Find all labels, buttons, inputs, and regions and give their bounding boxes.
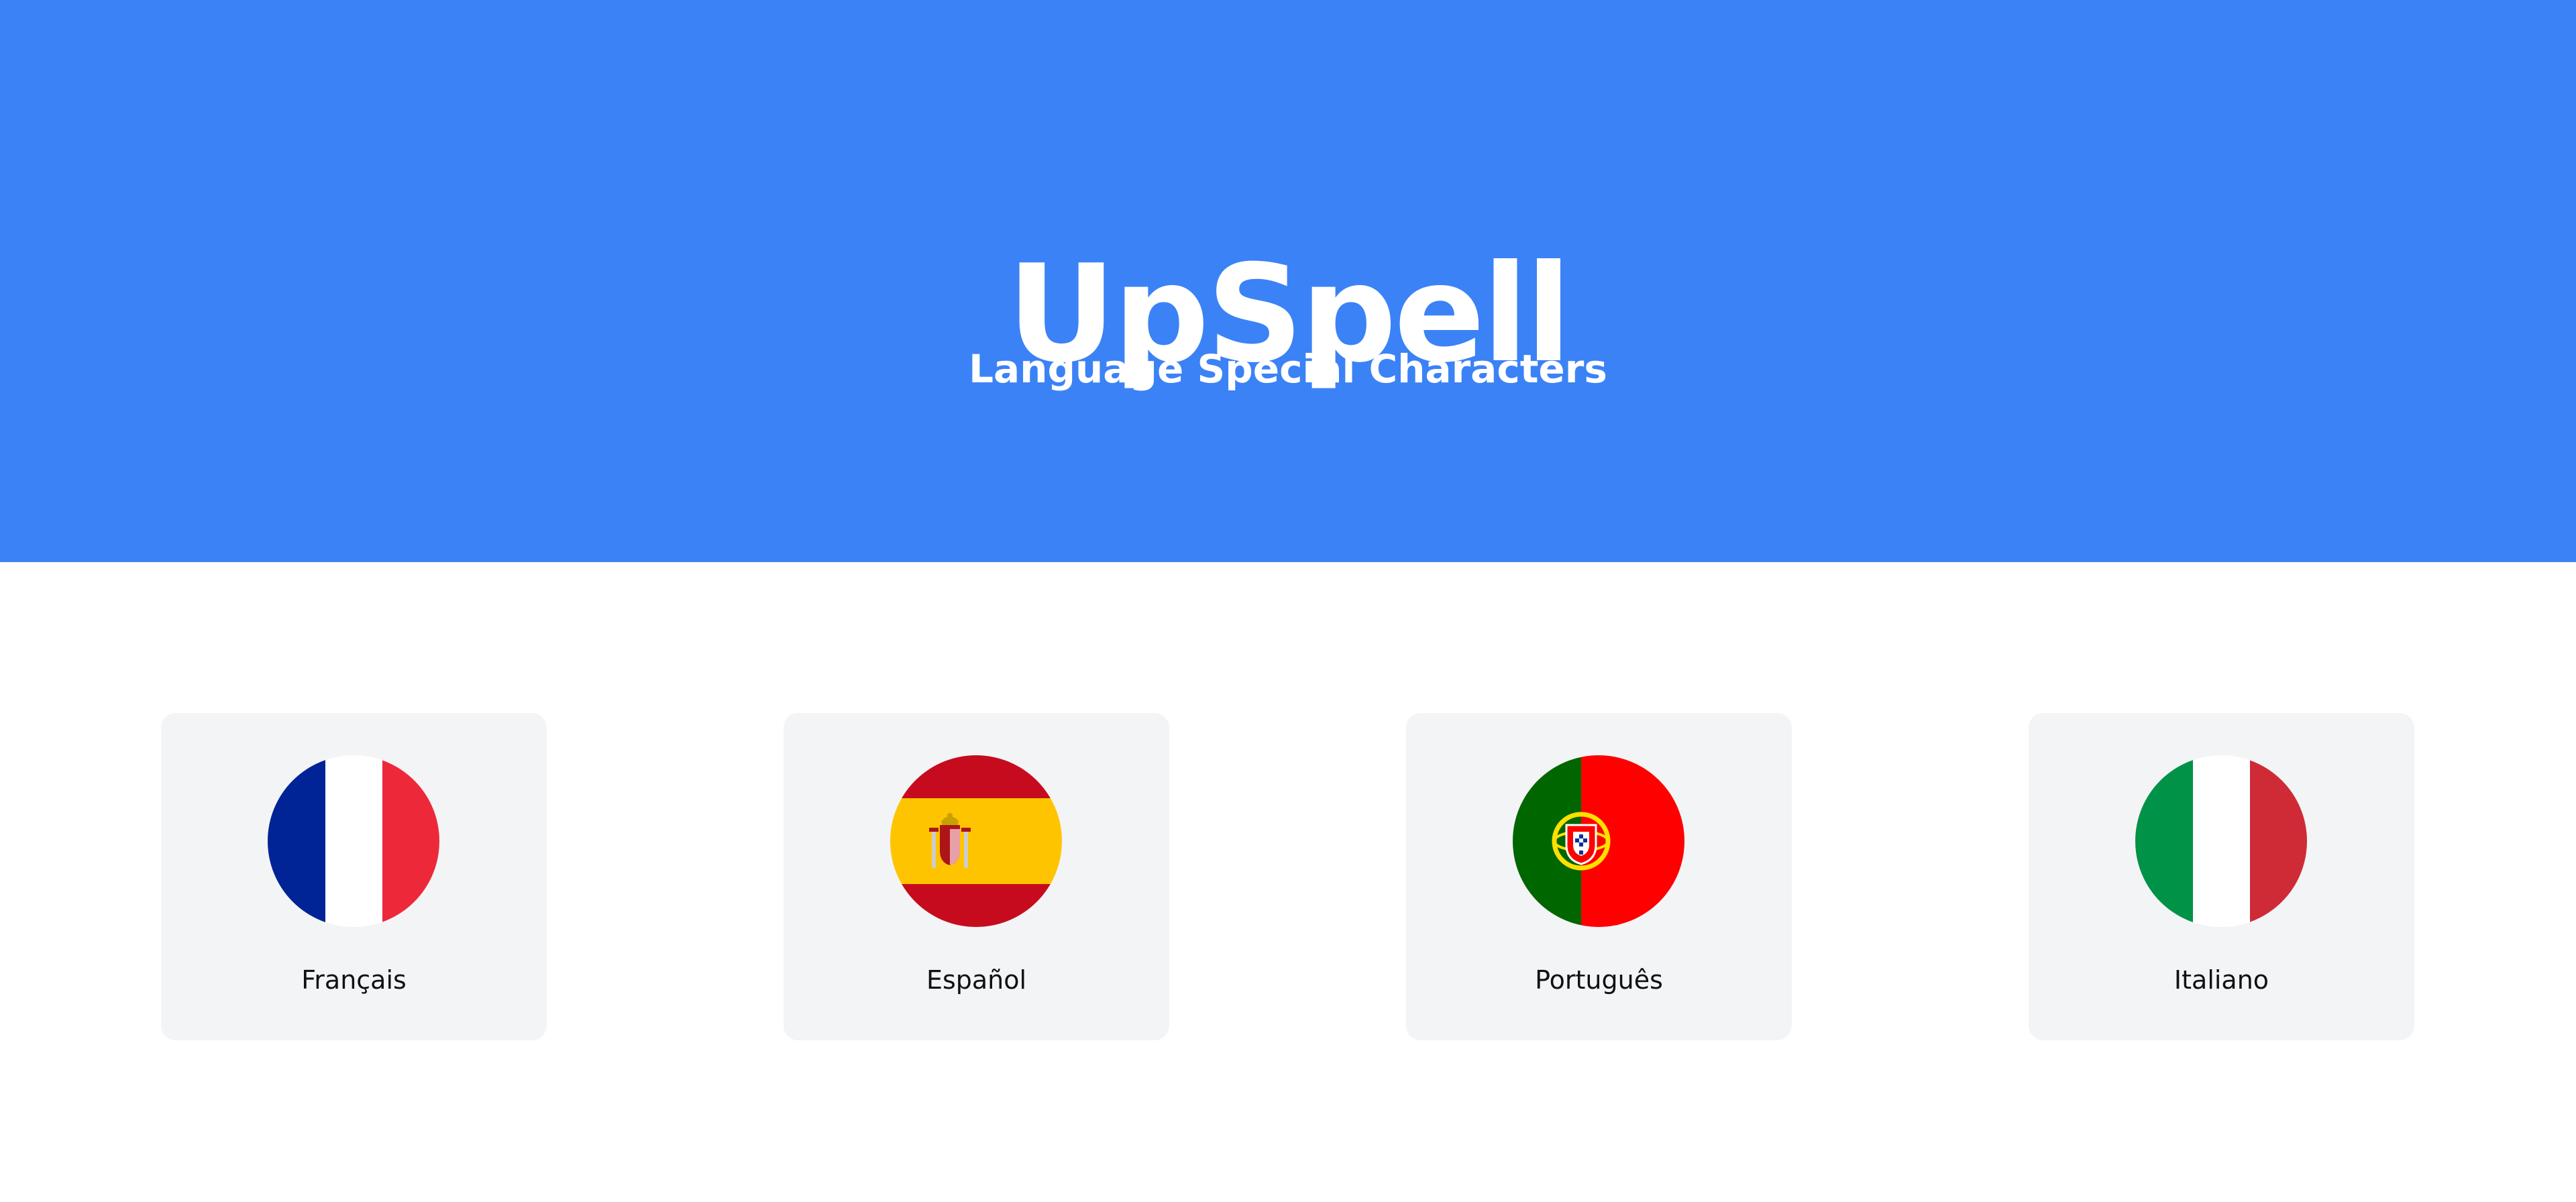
language-card-portuguese[interactable]: Português [1406, 713, 1792, 1040]
language-label: Português [1535, 965, 1663, 995]
flag-france-icon [268, 755, 439, 927]
hero-header: UpSpell Language Special Characters [0, 0, 2576, 562]
language-card-italian[interactable]: Italiano [2029, 713, 2414, 1040]
flag-portugal-icon [1513, 755, 1684, 927]
flag-italy-icon [2135, 755, 2307, 927]
language-label: Français [301, 965, 407, 995]
language-card-french[interactable]: Français [161, 713, 547, 1040]
language-label: Italiano [2174, 965, 2269, 995]
flag-spain-icon [890, 755, 1062, 927]
app-subtitle: Language Special Characters [969, 346, 1607, 392]
language-card-spanish[interactable]: Español [784, 713, 1169, 1040]
language-label: Español [926, 965, 1027, 995]
